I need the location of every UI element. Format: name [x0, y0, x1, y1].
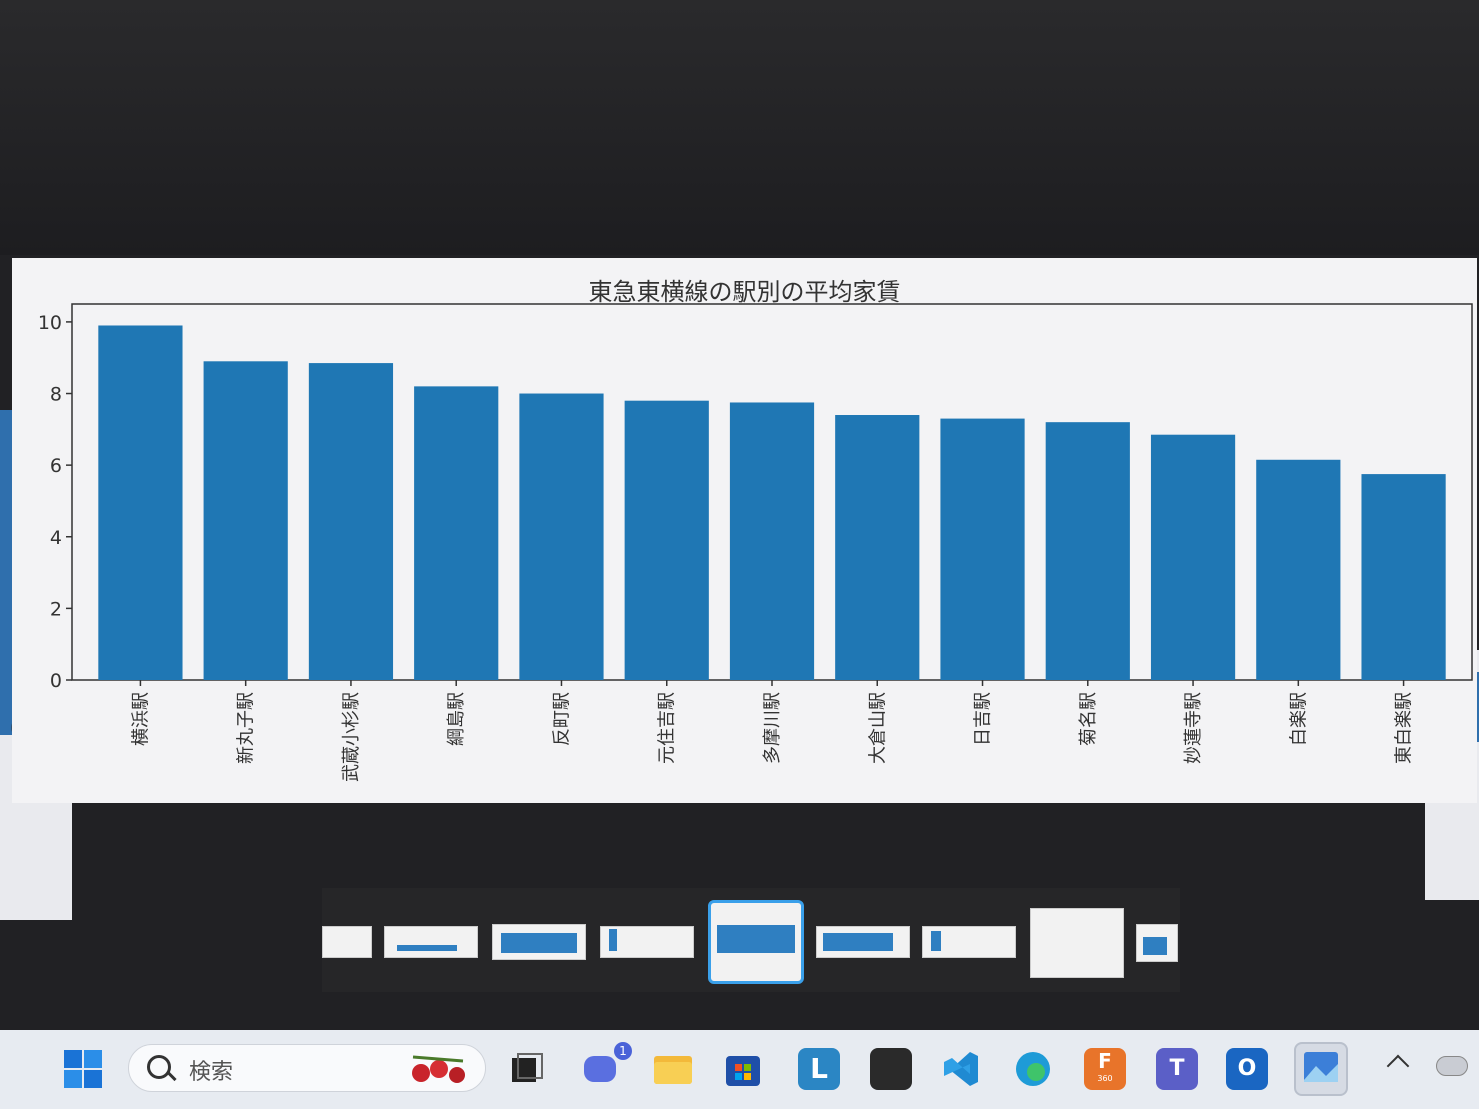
edge-icon[interactable]: [1012, 1048, 1054, 1090]
thumbnail-6[interactable]: [816, 926, 910, 958]
y-tick-label: 0: [50, 670, 62, 692]
thumbnail-8[interactable]: [1030, 908, 1124, 978]
x-tick-label: 元住吉駅: [657, 692, 678, 764]
search-icon: [147, 1055, 171, 1079]
bar: [1256, 459, 1341, 680]
bar: [1045, 422, 1130, 680]
bar: [1361, 474, 1446, 680]
bar: [624, 400, 709, 680]
weather-icon[interactable]: [1436, 1056, 1468, 1076]
x-tick-label: 横浜駅: [130, 692, 151, 746]
bar: [729, 402, 815, 680]
x-tick-label: 綱島駅: [446, 692, 467, 746]
thumbnail-7[interactable]: [922, 926, 1016, 958]
start-icon[interactable]: [62, 1048, 104, 1090]
vscode-icon[interactable]: [940, 1048, 982, 1090]
task-view-icon[interactable]: [504, 1048, 546, 1090]
x-tick-label: 妙蓮寺駅: [1183, 692, 1204, 764]
chat-badge: 1: [614, 1042, 632, 1060]
bar: [308, 363, 394, 680]
outlook-icon[interactable]: O: [1226, 1048, 1268, 1090]
thumbnail-4[interactable]: [600, 926, 694, 958]
fusion360-label: F: [1098, 1049, 1112, 1073]
y-tick-label: 2: [50, 598, 62, 620]
x-tick-label: 武蔵小杉駅: [341, 692, 362, 782]
taskbar: 検索 1 L F 360 T O: [0, 1030, 1479, 1109]
y-tick-label: 8: [50, 384, 62, 406]
teams-icon[interactable]: T: [1156, 1048, 1198, 1090]
bar: [519, 393, 604, 680]
bar: [98, 325, 183, 680]
search-input[interactable]: 検索: [128, 1044, 486, 1092]
cherry-widget-icon: [412, 1055, 465, 1083]
store-icon[interactable]: [722, 1048, 764, 1090]
photos-icon[interactable]: [1294, 1042, 1348, 1096]
bar: [835, 415, 920, 680]
bar: [1150, 434, 1236, 680]
chart-figure: 東急東横線の駅別の平均家賃 0 2 4 6 8 10 横浜駅 新丸子駅 武蔵小杉駅 綱島駅 反町駅…: [12, 258, 1477, 803]
x-tick-label: 東白楽駅: [1394, 692, 1415, 764]
tray-chevron-icon[interactable]: [1386, 1054, 1410, 1078]
l-app-icon[interactable]: L: [798, 1048, 840, 1090]
x-tick-label: 新丸子駅: [236, 692, 257, 764]
y-tick-label: 4: [50, 527, 62, 549]
monitor-bezel: [0, 0, 1479, 255]
fusion360-icon[interactable]: F 360: [1084, 1048, 1126, 1090]
bar-chart: 0 2 4 6 8 10 横浜駅 新丸子駅 武蔵小杉駅 綱島駅 反町駅 元住吉駅 多摩川駅 大倉山駅 日吉…: [38, 303, 1473, 782]
y-tick-label: 10: [38, 312, 62, 334]
bar: [203, 361, 288, 680]
thumbnail-3[interactable]: [492, 924, 586, 960]
x-tick-label: 大倉山駅: [867, 692, 888, 764]
y-tick-label: 6: [50, 455, 62, 477]
x-tick-label: 菊名駅: [1078, 692, 1099, 746]
x-tick-label: 多摩川駅: [762, 692, 783, 764]
thumbnail-2[interactable]: [384, 926, 478, 958]
bar: [940, 418, 1025, 680]
fusion360-sublabel: 360: [1097, 1074, 1113, 1083]
search-placeholder: 検索: [189, 1060, 234, 1085]
x-tick-label: 白楽駅: [1288, 692, 1309, 746]
file-explorer-icon[interactable]: [652, 1048, 694, 1090]
x-tick-label: 反町駅: [551, 692, 572, 746]
terminal-icon[interactable]: [870, 1048, 912, 1090]
thumbnail-strip: [322, 888, 1180, 992]
thumbnail-9[interactable]: [1136, 924, 1178, 962]
thumbnail-5-active[interactable]: [708, 900, 804, 984]
bar: [414, 386, 499, 680]
thumbnail-1[interactable]: [322, 926, 372, 958]
x-tick-label: 日吉駅: [973, 692, 994, 746]
